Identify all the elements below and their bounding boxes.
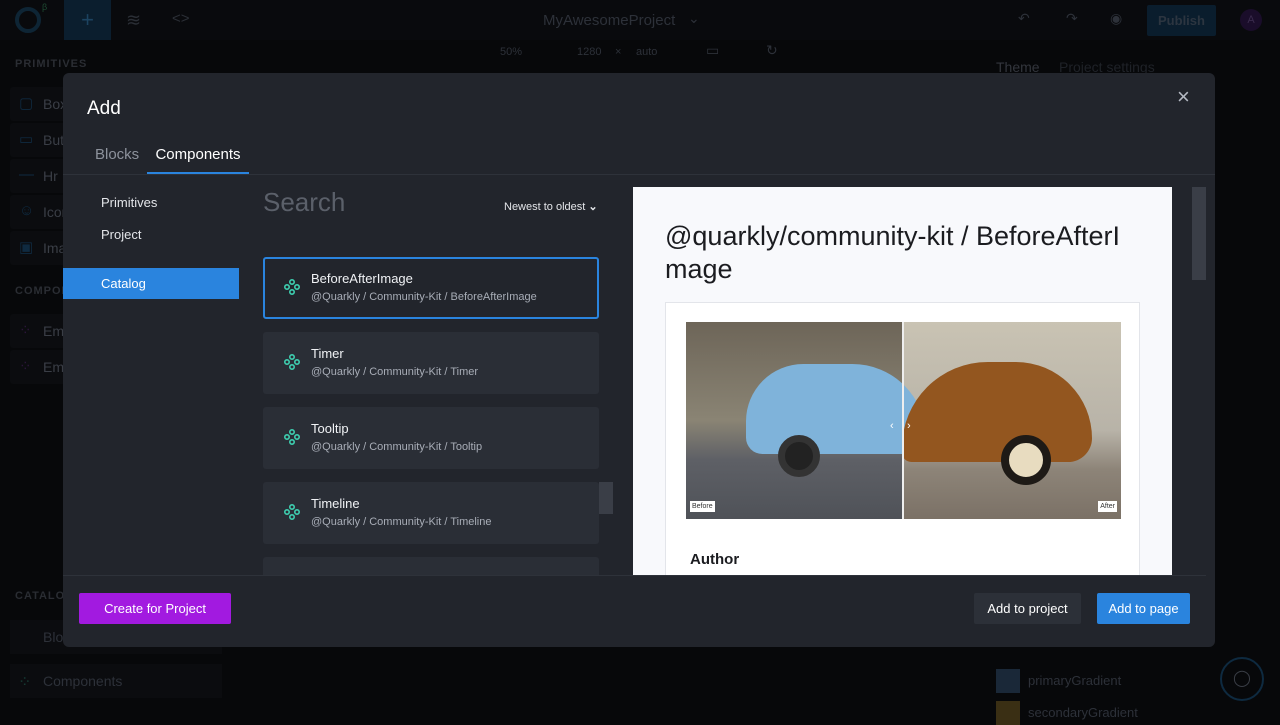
modal-title: Add — [87, 98, 121, 119]
component-icon: ⁘ — [19, 358, 32, 375]
add-to-project-button[interactable]: Add to project — [974, 593, 1081, 624]
sidebar-item-label: Em — [43, 323, 64, 339]
component-list-item[interactable]: Tooltip @Quarkly / Community-Kit / Toolti… — [263, 407, 599, 469]
beta-badge: β — [42, 2, 48, 12]
width-field[interactable]: 1280 — [577, 46, 601, 58]
chat-button[interactable]: ◯ — [1220, 657, 1264, 701]
image-icon: ▣ — [19, 239, 34, 256]
height-field[interactable]: auto — [636, 46, 657, 58]
sidebar-item-label: Em — [43, 359, 64, 375]
times-label: × — [615, 46, 622, 58]
undo-icon[interactable]: ↶ — [1018, 10, 1030, 27]
list-scrollbar[interactable] — [599, 482, 613, 514]
primitives-title: PRIMITIVES — [15, 58, 88, 70]
sidebar-item-label: Hr — [43, 168, 58, 184]
redo-icon[interactable]: ↷ — [1066, 10, 1078, 27]
refresh-icon[interactable]: ↻ — [766, 42, 778, 59]
preview-scrollbar[interactable] — [1192, 187, 1206, 280]
device-icon[interactable]: ▭ — [706, 42, 719, 59]
preview-card: ‹ › Before After Author — [665, 302, 1140, 575]
item-path: @Quarkly / Community-Kit / BeforeAfterIm… — [311, 291, 537, 303]
before-after-image[interactable]: ‹ › Before After — [686, 322, 1121, 519]
item-title: Timer — [311, 346, 344, 361]
item-path: @Quarkly / Community-Kit / Tooltip — [311, 441, 483, 453]
tab-blocks[interactable]: Blocks — [95, 146, 139, 174]
component-list-item[interactable]: Timer @Quarkly / Community-Kit / Timer — [263, 332, 599, 394]
preview-panel: @quarkly/community-kit / BeforeAfterImag… — [633, 187, 1172, 575]
item-path: @Quarkly / Community-Kit / Timer — [311, 366, 479, 378]
item-title: Tooltip — [311, 421, 349, 436]
before-label: Before — [690, 501, 715, 512]
item-path: @Quarkly / Community-Kit / Timeline — [311, 516, 492, 528]
layers-icon[interactable]: ≋ — [126, 10, 141, 31]
gradient-secondary[interactable]: secondaryGradient — [1028, 705, 1138, 720]
chevron-left-icon: ‹ — [890, 420, 894, 432]
add-to-page-button[interactable]: Add to page — [1097, 593, 1190, 624]
hr-icon: — — [19, 166, 34, 183]
components-icon: ⁘ — [18, 674, 32, 691]
after-label: After — [1098, 501, 1117, 512]
divider — [63, 174, 1215, 175]
preview-eye-icon[interactable]: ◉ — [1110, 10, 1122, 27]
item-title: BeforeAfterImage — [311, 271, 413, 286]
component-list-item[interactable]: Timeline @Quarkly / Community-Kit / Timel… — [263, 482, 599, 544]
component-list-item-partial[interactable] — [263, 557, 599, 575]
nav-primitives[interactable]: Primitives — [101, 195, 157, 210]
chevron-down-icon[interactable]: ⌄ — [688, 10, 700, 27]
button-icon: ▭ — [19, 131, 34, 148]
catalog-components[interactable]: ⁘ Components — [10, 664, 222, 698]
nav-project[interactable]: Project — [101, 227, 141, 242]
zoom-select[interactable]: 50% — [500, 46, 522, 58]
sort-select[interactable]: Newest to oldest ⌄ — [504, 200, 598, 213]
tab-components[interactable]: Components — [147, 146, 249, 174]
code-icon[interactable]: <> — [172, 10, 190, 27]
author-heading: Author — [690, 551, 740, 568]
chevron-right-icon: › — [907, 420, 911, 432]
gradient-primary[interactable]: primaryGradient — [1028, 673, 1121, 688]
preview-title: @quarkly/community-kit / BeforeAfterImag… — [665, 221, 1121, 284]
component-icon — [283, 278, 301, 296]
publish-button[interactable]: Publish — [1147, 5, 1216, 36]
create-for-project-button[interactable]: Create for Project — [79, 593, 231, 624]
item-title: Timeline — [311, 496, 360, 511]
project-name[interactable]: MyAwesomeProject — [543, 12, 675, 29]
smiley-icon: ☺ — [19, 202, 35, 219]
component-list-item[interactable]: BeforeAfterImage @Quarkly / Community-Kit… — [263, 257, 599, 319]
box-icon: ▢ — [19, 95, 34, 112]
gradient-swatch — [996, 701, 1020, 725]
footer-divider — [63, 575, 1206, 576]
add-button[interactable]: + — [64, 0, 111, 40]
component-icon — [283, 428, 301, 446]
component-icon: ⁘ — [19, 322, 32, 339]
nav-catalog[interactable]: Catalog — [63, 268, 239, 299]
chevron-down-icon: ⌄ — [588, 201, 598, 213]
gradient-swatch — [996, 669, 1020, 693]
close-icon[interactable]: × — [1177, 84, 1190, 110]
component-icon — [283, 353, 301, 371]
avatar[interactable]: A — [1240, 9, 1262, 31]
search-input[interactable]: Search — [263, 187, 345, 218]
component-icon — [283, 503, 301, 521]
logo — [15, 7, 41, 33]
